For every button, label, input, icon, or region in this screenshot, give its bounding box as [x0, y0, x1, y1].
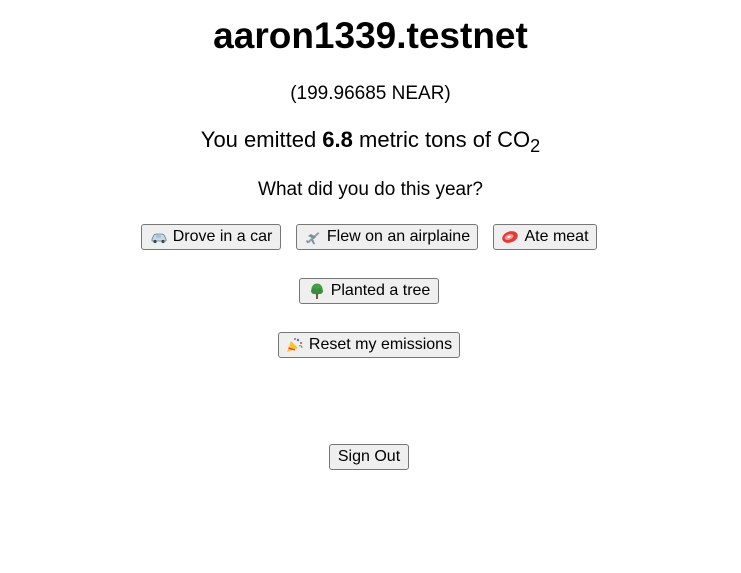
planted-tree-button[interactable]: Planted a tree — [299, 278, 439, 304]
emissions-summary: You emitted 6.8 metric tons of CO2 — [0, 126, 741, 156]
sign-out-button[interactable]: Sign Out — [329, 444, 409, 470]
ate-meat-label: Ate meat — [524, 228, 589, 245]
party-popper-icon — [286, 337, 304, 353]
emissions-unit: metric tons of CO — [352, 127, 531, 152]
emissions-subscript: 2 — [530, 136, 541, 156]
account-balance: (199.96685 NEAR) — [290, 83, 451, 104]
car-icon — [150, 229, 168, 245]
reset-emissions-label: Reset my emissions — [308, 336, 453, 353]
tree-icon — [308, 283, 326, 299]
planted-tree-label: Planted a tree — [330, 282, 431, 299]
emissions-amount: 6.8 — [322, 127, 353, 152]
flew-airplane-button[interactable]: Flew on an airplaine — [296, 224, 478, 250]
reset-emissions-button[interactable]: Reset my emissions — [278, 332, 460, 358]
emissions-prefix: You emitted — [200, 127, 323, 152]
flew-airplane-label: Flew on an airplaine — [326, 228, 471, 245]
page: aaron1339.testnet (199.96685 NEAR) You e… — [0, 0, 741, 573]
drove-car-label: Drove in a car — [172, 228, 273, 245]
drove-car-button[interactable]: Drove in a car — [141, 224, 281, 250]
account-title: aaron1339.testnet — [213, 15, 528, 56]
question-text: What did you do this year? — [258, 179, 483, 200]
ate-meat-button[interactable]: Ate meat — [493, 224, 597, 250]
airplane-icon — [304, 229, 322, 245]
meat-icon — [501, 229, 519, 245]
